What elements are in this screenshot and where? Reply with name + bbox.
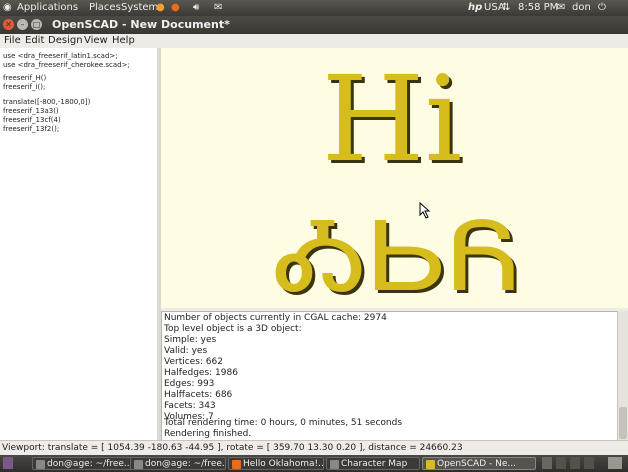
volume-icon[interactable]: 🔊︎ [193, 1, 199, 15]
render-viewport[interactable]: Hi Hi ᎣᏏᏲ ᎣᏏᏲ [161, 48, 628, 308]
menu-edit[interactable]: Edit [25, 34, 44, 48]
console-line: Simple: yes [164, 335, 217, 345]
trash-icon[interactable] [608, 457, 622, 469]
console-scrollbar[interactable] [617, 311, 628, 440]
status-bar: Viewport: translate = [ 1054.39 -180.63 … [0, 440, 628, 455]
taskbar: don@age: ~/free... don@age: ~/free... He… [0, 455, 628, 472]
code-editor[interactable]: use <dra_freeserif_latin1.scad>; use <dr… [0, 48, 158, 440]
user-name[interactable]: don [572, 1, 591, 15]
console-scrollbar-thumb[interactable] [619, 407, 627, 439]
rendered-text-top: Hi [322, 50, 463, 188]
menu-file[interactable]: File [4, 34, 21, 48]
console-line: Number of objects currently in CGAL cach… [164, 313, 387, 323]
console-line: Rendering finished. [164, 429, 252, 439]
menu-applications[interactable]: Applications [17, 1, 78, 15]
editor-line: use <dra_freeserif_cherokee.scad>; [3, 61, 130, 69]
task-terminal-2[interactable]: don@age: ~/free... [130, 457, 226, 470]
chrome-launcher-icon[interactable]: ● [156, 1, 165, 15]
menu-help[interactable]: Help [112, 34, 135, 48]
window-title: OpenSCAD - New Document* [52, 18, 230, 31]
mail-icon[interactable]: ✉ [214, 1, 222, 15]
console-line: Top level object is a 3D object: [164, 324, 302, 334]
task-browser[interactable]: Hello Oklahoma!... [228, 457, 324, 470]
console-line: Facets: 343 [164, 401, 216, 411]
user-icon: ✉ [557, 2, 566, 13]
task-terminal-1[interactable]: don@age: ~/free... [32, 457, 142, 470]
console-output[interactable]: Number of objects currently in CGAL cach… [161, 311, 618, 441]
rendered-text-bottom: ᎣᏏᏲ [275, 201, 521, 308]
workspace-4-icon[interactable] [584, 457, 594, 469]
close-icon[interactable]: ✕ [3, 19, 14, 30]
network-icon[interactable]: ⇅ [502, 1, 510, 15]
window-titlebar[interactable]: ✕ – □ OpenSCAD - New Document* [0, 16, 628, 34]
menu-places[interactable]: Places [89, 1, 121, 15]
editor-line: translate([-800,-1800,0]) [3, 98, 91, 106]
menu-design[interactable]: Design [48, 34, 83, 48]
menubar: File Edit Design View Help [0, 34, 628, 48]
editor-line: freeserif_13cf(4) [3, 116, 61, 124]
power-icon[interactable]: ⏻ [598, 1, 606, 15]
character-map-icon [330, 460, 339, 469]
viewport-status: Viewport: translate = [ 1054.39 -180.63 … [2, 443, 463, 453]
editor-line: freeserif_13a3() [3, 107, 59, 115]
menu-view[interactable]: View [84, 34, 108, 48]
console-line: Halfedges: 1986 [164, 368, 238, 378]
hp-icon[interactable]: hp [468, 1, 482, 15]
openscad-icon [426, 460, 435, 469]
menu-system[interactable]: System [121, 1, 158, 15]
editor-line: freeserif_13f2(); [3, 125, 60, 133]
workspace-3-icon[interactable] [570, 457, 580, 469]
minimize-icon[interactable]: – [17, 19, 28, 30]
show-desktop-icon[interactable] [3, 457, 13, 469]
terminal-icon [36, 460, 45, 469]
console-line: Edges: 993 [164, 379, 215, 389]
terminal-icon [134, 460, 143, 469]
render-canvas: Hi Hi ᎣᏏᏲ ᎣᏏᏲ [275, 50, 524, 308]
editor-line: use <dra_freeserif_latin1.scad>; [3, 52, 118, 60]
workspace-1-icon[interactable] [542, 457, 552, 469]
console-line: Valid: yes [164, 346, 208, 356]
console-line: Total rendering time: 0 hours, 0 minutes… [164, 418, 403, 428]
workspace-2-icon[interactable] [556, 457, 566, 469]
editor-line: freeserif_i(); [3, 83, 46, 91]
top-panel: ◉ Applications Places System ● ● 🔊︎ ✉ hp… [0, 0, 628, 16]
console-line: Halffacets: 686 [164, 390, 233, 400]
console-line: Vertices: 662 [164, 357, 223, 367]
clock[interactable]: 8:58 PM [518, 1, 558, 15]
firefox-launcher-icon[interactable]: ● [171, 1, 180, 15]
maximize-icon[interactable]: □ [31, 19, 42, 30]
task-openscad[interactable]: OpenSCAD - Ne... [422, 457, 536, 470]
editor-line: freeserif_H() [3, 74, 47, 82]
ubuntu-logo-icon[interactable]: ◉ [3, 1, 12, 15]
task-character-map[interactable]: Character Map [326, 457, 420, 470]
firefox-icon [232, 460, 241, 469]
